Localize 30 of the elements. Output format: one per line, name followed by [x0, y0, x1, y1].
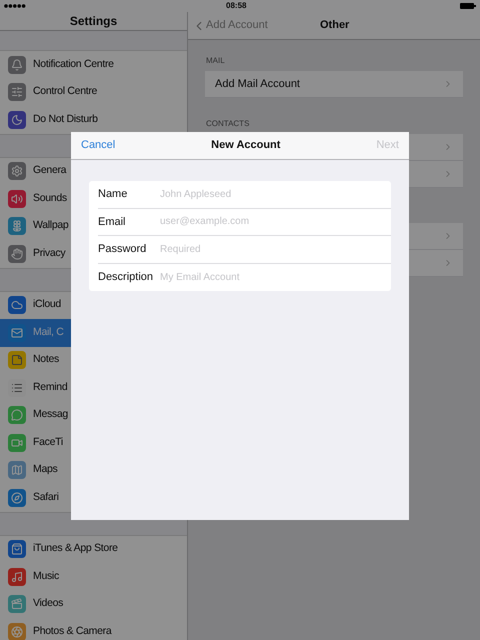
sidebar-item-label: FaceTi	[33, 434, 63, 450]
field-label: Email	[98, 214, 127, 230]
sidebar-item-label: Music	[33, 568, 59, 584]
sidebar-item-label: Genera	[33, 163, 66, 178]
sidebar-item-label: Sounds	[33, 190, 67, 206]
sidebar-title: Settings	[70, 13, 118, 30]
sidebar-item-label: Control Centre	[33, 84, 98, 100]
sidebar-item-label: Do Not Disturb	[33, 112, 98, 127]
sidebar-item-label: iTunes & App Store	[33, 541, 118, 556]
section-header: MAIL	[205, 55, 226, 67]
sidebar-item-label: Wallpap	[33, 218, 68, 234]
sidebar-item-label: Safari	[33, 490, 59, 505]
sidebar-item-label: Mail, C	[33, 324, 64, 340]
sidebar-item-label: Messag	[33, 407, 68, 422]
field-label: Password	[98, 242, 148, 257]
field-label: Name	[98, 187, 128, 202]
sidebar-item-label: iCloud	[33, 297, 61, 312]
sidebar-item-label: Videos	[33, 596, 64, 612]
sidebar-item-label: Privacy	[33, 246, 66, 261]
row-label: Add Mail Account	[215, 76, 300, 92]
section-header: CONTACTS	[205, 118, 250, 130]
sidebar-item-label: Remind	[33, 380, 68, 395]
sidebar-item-label: Notification Centre	[33, 56, 114, 72]
sidebar-item-label: Notes	[33, 352, 59, 368]
sidebar-item-label: Photos & Camera	[33, 624, 112, 639]
status-time: 08:58	[226, 0, 246, 12]
detail-title: Other	[320, 18, 350, 34]
dialog-title: New Account	[211, 138, 280, 154]
field-label: Description	[98, 270, 154, 285]
sidebar-item-label: Maps	[33, 462, 58, 478]
